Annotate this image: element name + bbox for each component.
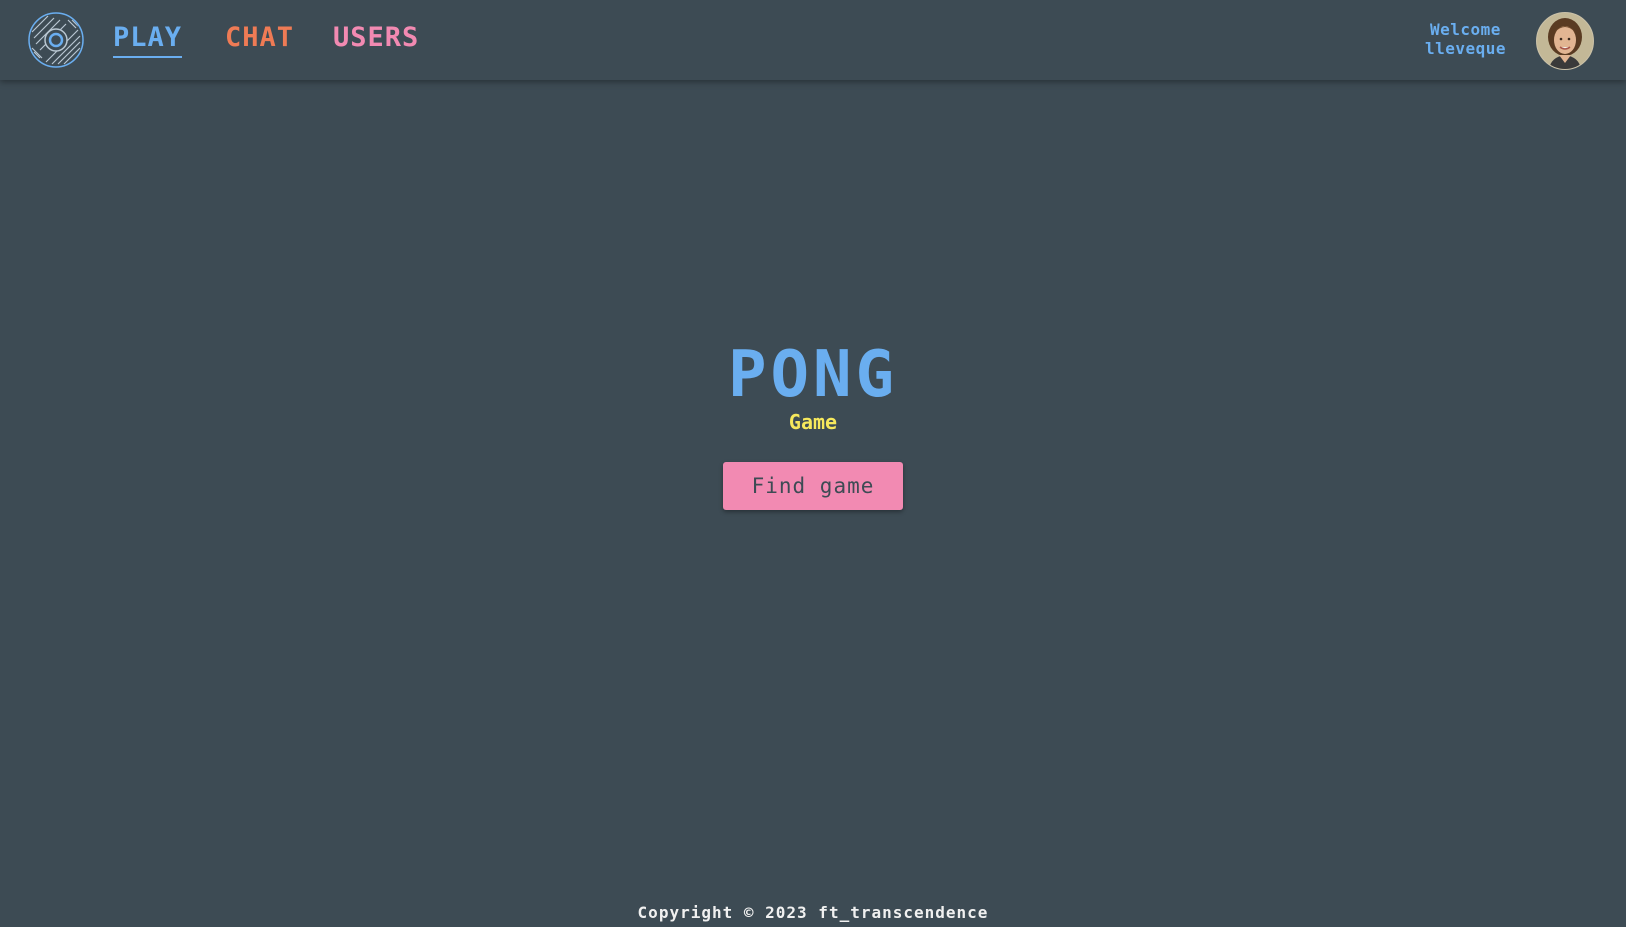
pong-subtitle: Game (788, 410, 838, 434)
pong-title: PONG (727, 338, 899, 412)
footer-copyright: Copyright © 2023 ft_transcendence (637, 903, 989, 922)
username-label: lleveque (1424, 39, 1506, 58)
nav-link-users[interactable]: USERS (333, 20, 419, 56)
logo-disc-icon[interactable] (28, 12, 84, 68)
welcome-text: Welcome lleveque (1425, 20, 1506, 58)
nav-link-chat[interactable]: CHAT (225, 20, 294, 56)
nav-link-play[interactable]: PLAY (113, 20, 183, 58)
find-game-button[interactable]: Find game (723, 462, 903, 510)
welcome-label: Welcome (1430, 20, 1501, 39)
user-avatar-icon[interactable] (1536, 12, 1594, 70)
navbar: PLAY CHAT USERS Welcome lleveque (0, 0, 1626, 80)
hero-section: PONG Game Find game (0, 340, 1626, 510)
